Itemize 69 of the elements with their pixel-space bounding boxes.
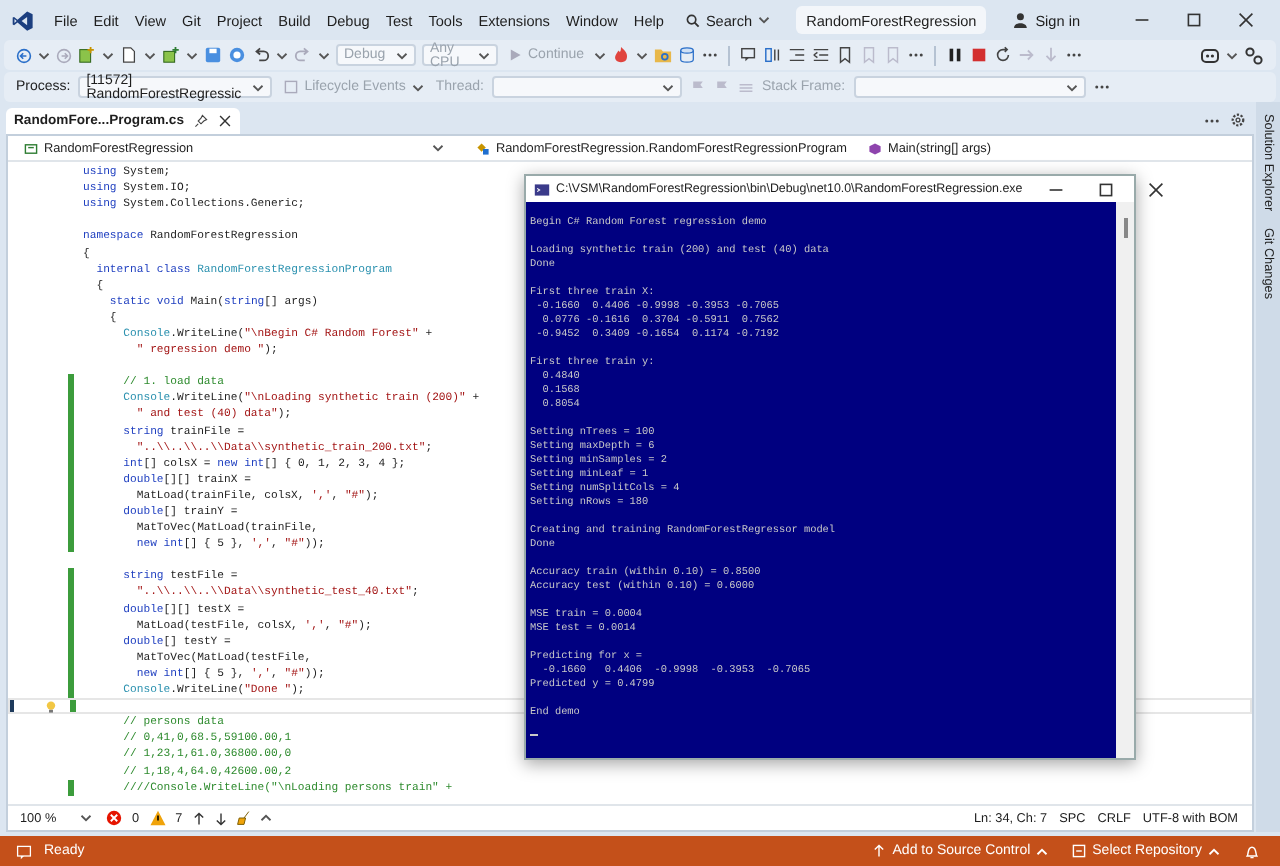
- gear-icon[interactable]: [1230, 112, 1246, 128]
- more-icon[interactable]: [1093, 84, 1110, 90]
- restart-icon[interactable]: [994, 46, 1013, 64]
- arrow-up-icon: [872, 844, 887, 858]
- broom-icon[interactable]: [236, 810, 253, 826]
- chevron-down-icon: [396, 49, 408, 61]
- maximize-icon[interactable]: [1098, 181, 1115, 197]
- output-icon[interactable]: [16, 843, 32, 859]
- more-icon[interactable]: [908, 52, 925, 58]
- warning-icon[interactable]: [149, 810, 166, 826]
- chevron-down-icon: [80, 812, 92, 824]
- stop-icon[interactable]: [970, 46, 989, 64]
- more-icon[interactable]: [702, 52, 719, 58]
- chevron-down-icon: [186, 49, 198, 61]
- chevron-down-icon: [1065, 81, 1078, 93]
- chevron-down-icon: [1226, 49, 1238, 61]
- chevron-down-icon: [38, 49, 50, 61]
- file-icon[interactable]: [120, 46, 138, 64]
- back-icon[interactable]: [16, 47, 32, 63]
- repository-icon: [1072, 844, 1087, 858]
- chevron-down-icon: [144, 49, 156, 61]
- undo-icon[interactable]: [252, 46, 270, 64]
- chevron-down-icon: [318, 49, 330, 61]
- chevron-down-icon: [758, 14, 771, 26]
- pin-icon[interactable]: [193, 114, 208, 128]
- chevron-down-icon: [102, 49, 114, 61]
- scrollbar-thumb[interactable]: [1123, 218, 1127, 238]
- comment-icon[interactable]: [740, 46, 759, 64]
- folder-search-icon[interactable]: [654, 46, 673, 64]
- save-icon[interactable]: [204, 46, 222, 64]
- maximize-icon[interactable]: [1186, 12, 1202, 28]
- project-icon: [24, 141, 38, 155]
- arrow-down-icon[interactable]: [214, 811, 229, 825]
- new-project-icon[interactable]: [78, 46, 96, 64]
- bell-icon[interactable]: [1244, 843, 1260, 859]
- chevron-down-icon: [432, 142, 444, 154]
- lightbulb-icon[interactable]: [43, 699, 57, 714]
- person-icon: [1013, 12, 1030, 28]
- class-icon: [476, 141, 490, 155]
- flame-icon[interactable]: [612, 46, 631, 64]
- pause-icon[interactable]: [946, 46, 965, 64]
- console-icon: [534, 181, 550, 197]
- more-icon[interactable]: [1066, 52, 1083, 58]
- close-icon[interactable]: [217, 114, 232, 128]
- text-cursor: [530, 734, 538, 737]
- play-icon: [508, 48, 522, 62]
- chevron-up-icon: [1208, 845, 1220, 857]
- error-icon[interactable]: [106, 810, 122, 826]
- chevron-down-icon: [478, 49, 490, 61]
- arrow-up-icon[interactable]: [192, 811, 207, 825]
- database-icon[interactable]: [678, 46, 697, 64]
- logo-icon: [12, 9, 34, 31]
- close-icon[interactable]: [1238, 12, 1254, 28]
- chevron-down-icon: [252, 81, 265, 93]
- add-item-icon[interactable]: [162, 46, 180, 64]
- more-icon[interactable]: [1204, 117, 1220, 123]
- chevron-down-icon: [276, 49, 288, 61]
- method-icon: [868, 141, 882, 155]
- close-icon[interactable]: [1148, 181, 1165, 197]
- chevron-down-icon: [594, 49, 607, 61]
- search-icon: [685, 13, 700, 27]
- outdent-icon[interactable]: [788, 46, 807, 64]
- chevron-up-icon: [1036, 845, 1049, 857]
- chevron-down-icon: [636, 49, 649, 61]
- chevron-down-icon: [411, 81, 424, 93]
- chevron-up-icon[interactable]: [260, 812, 273, 824]
- chevron-down-icon: [661, 81, 674, 93]
- indent-icon[interactable]: [812, 46, 831, 64]
- share-icon[interactable]: [1244, 45, 1264, 65]
